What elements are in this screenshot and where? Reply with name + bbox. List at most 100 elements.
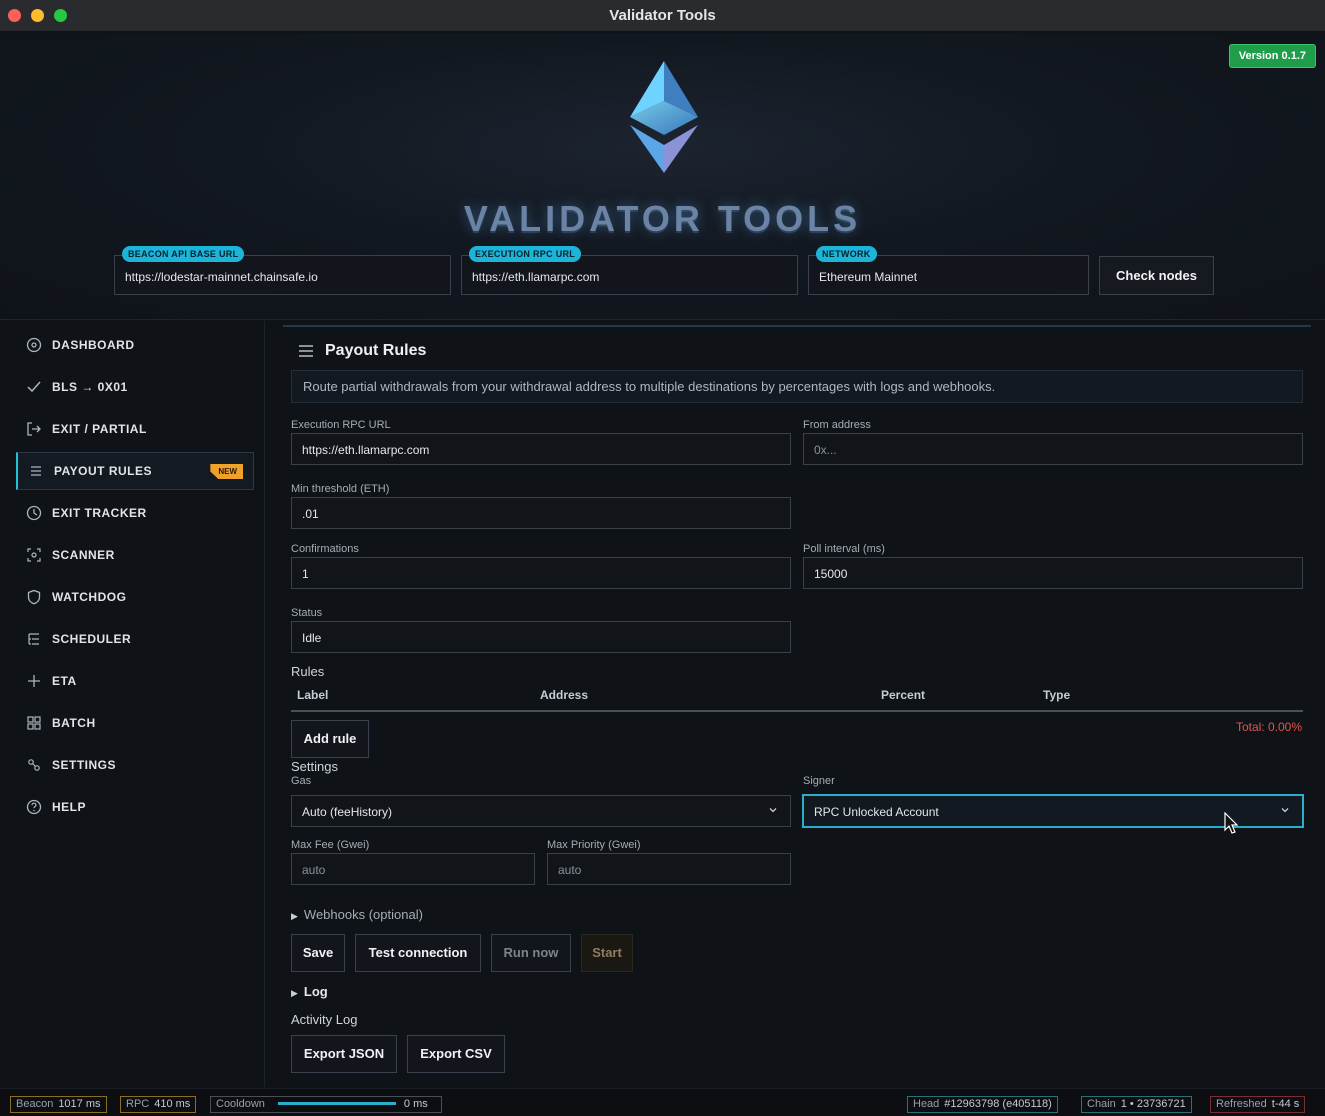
min-threshold-label: Min threshold (ETH) bbox=[291, 483, 390, 495]
sidebar-item-label: BLS → 0X01 bbox=[52, 380, 128, 394]
cooldown-progress-bar bbox=[277, 1101, 396, 1105]
version-badge: Version 0.1.7 bbox=[1228, 44, 1316, 68]
sidebar-item-scheduler[interactable]: SCHEDULER bbox=[16, 620, 254, 658]
clock-icon bbox=[25, 504, 43, 522]
exec-rpc-input[interactable]: https://eth.llamarpc.com bbox=[291, 433, 791, 465]
panel-top-divider bbox=[283, 325, 1311, 327]
sidebar: DASHBOARD BLS → 0X01 EXIT / PARTIAL PAYO… bbox=[0, 321, 265, 1087]
test-connection-button[interactable]: Test connection bbox=[355, 934, 481, 972]
confirmations-input[interactable]: 1 bbox=[291, 557, 791, 589]
max-fee-label: Max Fee (Gwei) bbox=[291, 839, 370, 851]
save-button[interactable]: Save bbox=[291, 934, 345, 972]
sidebar-item-scanner[interactable]: SCANNER bbox=[16, 536, 254, 574]
dashboard-icon bbox=[25, 336, 43, 354]
status-label: Status bbox=[291, 607, 323, 619]
gas-select-value: Auto (feeHistory) bbox=[302, 805, 393, 819]
max-fee-input[interactable]: auto bbox=[291, 853, 535, 885]
window-title: Validator Tools bbox=[609, 7, 716, 24]
sidebar-item-label: SCHEDULER bbox=[52, 632, 132, 646]
status-field: Idle bbox=[291, 621, 791, 653]
new-badge: NEW bbox=[210, 464, 243, 479]
head-indicator: Head #12963798 (e405118) bbox=[907, 1096, 1058, 1113]
sidebar-item-label: WATCHDOG bbox=[52, 590, 127, 604]
export-json-button[interactable]: Export JSON bbox=[291, 1035, 397, 1073]
disclosure-triangle-icon: ▶ bbox=[291, 988, 298, 998]
rules-total: Total: 0.00% bbox=[1235, 720, 1302, 734]
sidebar-item-exit-partial[interactable]: EXIT / PARTIAL bbox=[16, 410, 254, 448]
sidebar-item-label: EXIT TRACKER bbox=[52, 506, 147, 520]
help-icon bbox=[25, 798, 43, 816]
beacon-url-field[interactable]: BEACON API BASE URL https://lodestar-mai… bbox=[114, 246, 451, 295]
export-csv-button[interactable]: Export CSV bbox=[407, 1035, 505, 1073]
poll-interval-input[interactable]: 15000 bbox=[803, 557, 1303, 589]
sidebar-item-dashboard[interactable]: DASHBOARD bbox=[16, 326, 254, 364]
poll-interval-label: Poll interval (ms) bbox=[803, 543, 885, 555]
beacon-url-value: https://lodestar-mainnet.chainsafe.io bbox=[125, 270, 318, 284]
status-bar: Beacon 1017 ms RPC 410 ms Cooldown 0 ms Hea… bbox=[0, 1088, 1325, 1116]
sidebar-item-label: PAYOUT RULES bbox=[54, 464, 153, 478]
add-rule-button[interactable]: Add rule bbox=[291, 720, 369, 758]
sidebar-item-label: EXIT / PARTIAL bbox=[52, 422, 147, 436]
rules-col-address: Address bbox=[540, 688, 589, 702]
check-nodes-button[interactable]: Check nodes bbox=[1099, 256, 1214, 295]
settings-title: Settings bbox=[291, 759, 338, 774]
mouse-cursor-icon bbox=[1224, 812, 1238, 834]
list-icon bbox=[27, 462, 45, 480]
network-field[interactable]: NETWORK Ethereum Mainnet bbox=[808, 246, 1089, 295]
gas-label: Gas bbox=[291, 775, 312, 787]
rules-title: Rules bbox=[291, 664, 325, 679]
max-priority-label: Max Priority (Gwei) bbox=[547, 839, 641, 851]
network-tag: NETWORK bbox=[816, 246, 877, 262]
sidebar-item-payout-rules[interactable]: PAYOUT RULES NEW bbox=[16, 452, 254, 490]
exit-icon bbox=[25, 420, 43, 438]
plus-icon bbox=[25, 672, 43, 690]
hamburger-menu-icon[interactable] bbox=[298, 344, 314, 358]
chevron-down-icon bbox=[769, 808, 777, 813]
app-header: Version 0.1.7 VALIDATOR TOOLS BEACON API… bbox=[0, 33, 1325, 320]
shield-icon bbox=[25, 588, 43, 606]
sidebar-item-label: BATCH bbox=[52, 716, 96, 730]
from-address-input[interactable]: 0x... bbox=[803, 433, 1303, 465]
scanner-icon bbox=[25, 546, 43, 564]
log-label: Log bbox=[303, 984, 328, 999]
rpc-latency: RPC 410 ms bbox=[120, 1096, 197, 1113]
refreshed-indicator: Refreshed t-44 s bbox=[1210, 1096, 1306, 1113]
grid-icon bbox=[25, 714, 43, 732]
ethereum-logo-icon bbox=[630, 61, 698, 173]
sidebar-item-label: SCANNER bbox=[52, 548, 115, 562]
sidebar-item-bls[interactable]: BLS → 0X01 bbox=[16, 368, 254, 406]
from-address-label: From address bbox=[803, 419, 871, 431]
log-disclosure[interactable]: ▶ Log bbox=[291, 984, 328, 999]
rules-header-divider bbox=[291, 710, 1303, 712]
exec-rpc-label: Execution RPC URL bbox=[291, 419, 391, 431]
start-button[interactable]: Start bbox=[581, 934, 633, 972]
brand-title: VALIDATOR TOOLS bbox=[463, 198, 862, 239]
page-title: Payout Rules bbox=[325, 342, 427, 359]
sidebar-item-help[interactable]: HELP bbox=[16, 788, 254, 826]
sidebar-item-label: HELP bbox=[52, 800, 87, 814]
gas-select[interactable]: Auto (feeHistory) bbox=[291, 795, 791, 827]
sidebar-item-batch[interactable]: BATCH bbox=[16, 704, 254, 742]
beacon-latency: Beacon 1017 ms bbox=[10, 1096, 107, 1113]
check-icon bbox=[25, 378, 43, 396]
sidebar-item-label: SETTINGS bbox=[52, 758, 117, 772]
title-bar: Validator Tools bbox=[0, 0, 1325, 32]
signer-label: Signer bbox=[803, 775, 835, 787]
rules-col-label: Label bbox=[297, 688, 329, 702]
network-value: Ethereum Mainnet bbox=[819, 270, 918, 284]
sidebar-item-label: DASHBOARD bbox=[52, 338, 135, 352]
rules-col-percent: Percent bbox=[881, 688, 926, 702]
min-threshold-input[interactable]: .01 bbox=[291, 497, 791, 529]
execution-rpc-field[interactable]: EXECUTION RPC URL https://eth.llamarpc.c… bbox=[461, 246, 798, 295]
run-now-button[interactable]: Run now bbox=[491, 934, 571, 972]
sidebar-item-exit-tracker[interactable]: EXIT TRACKER bbox=[16, 494, 254, 532]
sidebar-item-eta[interactable]: ETA bbox=[16, 662, 254, 700]
settings-icon bbox=[25, 756, 43, 774]
sidebar-item-watchdog[interactable]: WATCHDOG bbox=[16, 578, 254, 616]
rules-col-type: Type bbox=[1043, 688, 1071, 702]
max-priority-input[interactable]: auto bbox=[547, 853, 791, 885]
webhooks-disclosure[interactable]: ▶ Webhooks (optional) bbox=[291, 907, 423, 922]
disclosure-triangle-icon: ▶ bbox=[291, 911, 298, 921]
sidebar-item-settings[interactable]: SETTINGS bbox=[16, 746, 254, 784]
sidebar-item-label: ETA bbox=[52, 674, 77, 688]
